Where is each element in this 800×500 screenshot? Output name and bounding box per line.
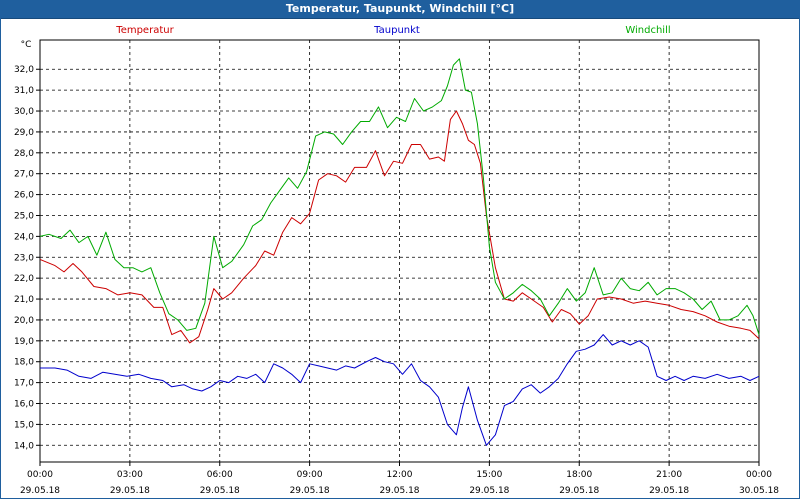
y-tick-label: 20,0 [14,316,34,326]
y-tick-label: 21,0 [14,295,34,305]
y-tick-label: 25,0 [14,211,34,221]
x-tick-date-label: 29.05.18 [649,486,689,496]
x-tick-time-label: 00:00 [746,470,772,480]
y-tick-label: 15,0 [14,420,34,430]
x-tick-time-label: 06:00 [207,470,233,480]
legend: Temperatur Taupunkt Windchill [115,25,670,36]
y-tick-label: 30,0 [14,107,34,117]
y-tick-label: 24,0 [14,232,34,242]
x-tick-date-label: 29.05.18 [559,486,599,496]
y-tick-label: 16,0 [14,400,34,410]
x-tick-time-label: 00:00 [27,470,53,480]
x-tick-date-label: 29.05.18 [200,486,240,496]
y-tick-label: 14,0 [14,441,34,451]
legend-entry-windchill: Windchill [625,25,670,36]
y-tick-label: 26,0 [14,191,34,201]
x-tick-date-label: 29.05.18 [290,486,330,496]
y-tick-label: 18,0 [14,358,34,368]
y-tick-label: 27,0 [14,170,34,180]
y-tick-label: 17,0 [14,379,34,389]
x-tick-date-label: 29.05.18 [379,486,419,496]
y-tick-label: 23,0 [14,253,34,263]
legend-entry-taupunkt: Taupunkt [373,25,420,36]
line-chart: 14,0 15,0 16,0 17,0 18,0 19,0 20,0 21,0 22,0 23,0… [14,25,779,496]
y-axis: 14,0 15,0 16,0 17,0 18,0 19,0 20,0 21,0 22,0 23,0… [14,65,40,451]
x-axis: 00:00 29.05.18 03:00 29.05.18 06:00 29.05.18 0… [20,462,779,496]
y-tick-label: 22,0 [14,274,34,284]
y-tick-label: 29,0 [14,128,34,138]
y-tick-label: 19,0 [14,337,34,347]
y-tick-label: 31,0 [14,86,34,96]
x-tick-date-label: 30.05.18 [739,486,779,496]
x-tick-time-label: 09:00 [297,470,323,480]
x-tick-date-label: 29.05.18 [469,486,509,496]
x-tick-time-label: 21:00 [656,470,682,480]
x-tick-time-label: 12:00 [387,470,413,480]
y-tick-label: 28,0 [14,149,34,159]
y-tick-label: 32,0 [14,65,34,75]
x-tick-time-label: 03:00 [117,470,143,480]
y-axis-unit-label: °C [21,40,32,50]
x-tick-date-label: 29.05.18 [20,486,60,496]
legend-entry-temperatur: Temperatur [115,25,174,36]
x-tick-time-label: 18:00 [566,470,592,480]
x-tick-date-label: 29.05.18 [110,486,150,496]
x-tick-time-label: 15:00 [476,470,502,480]
grid-lines [40,40,759,462]
